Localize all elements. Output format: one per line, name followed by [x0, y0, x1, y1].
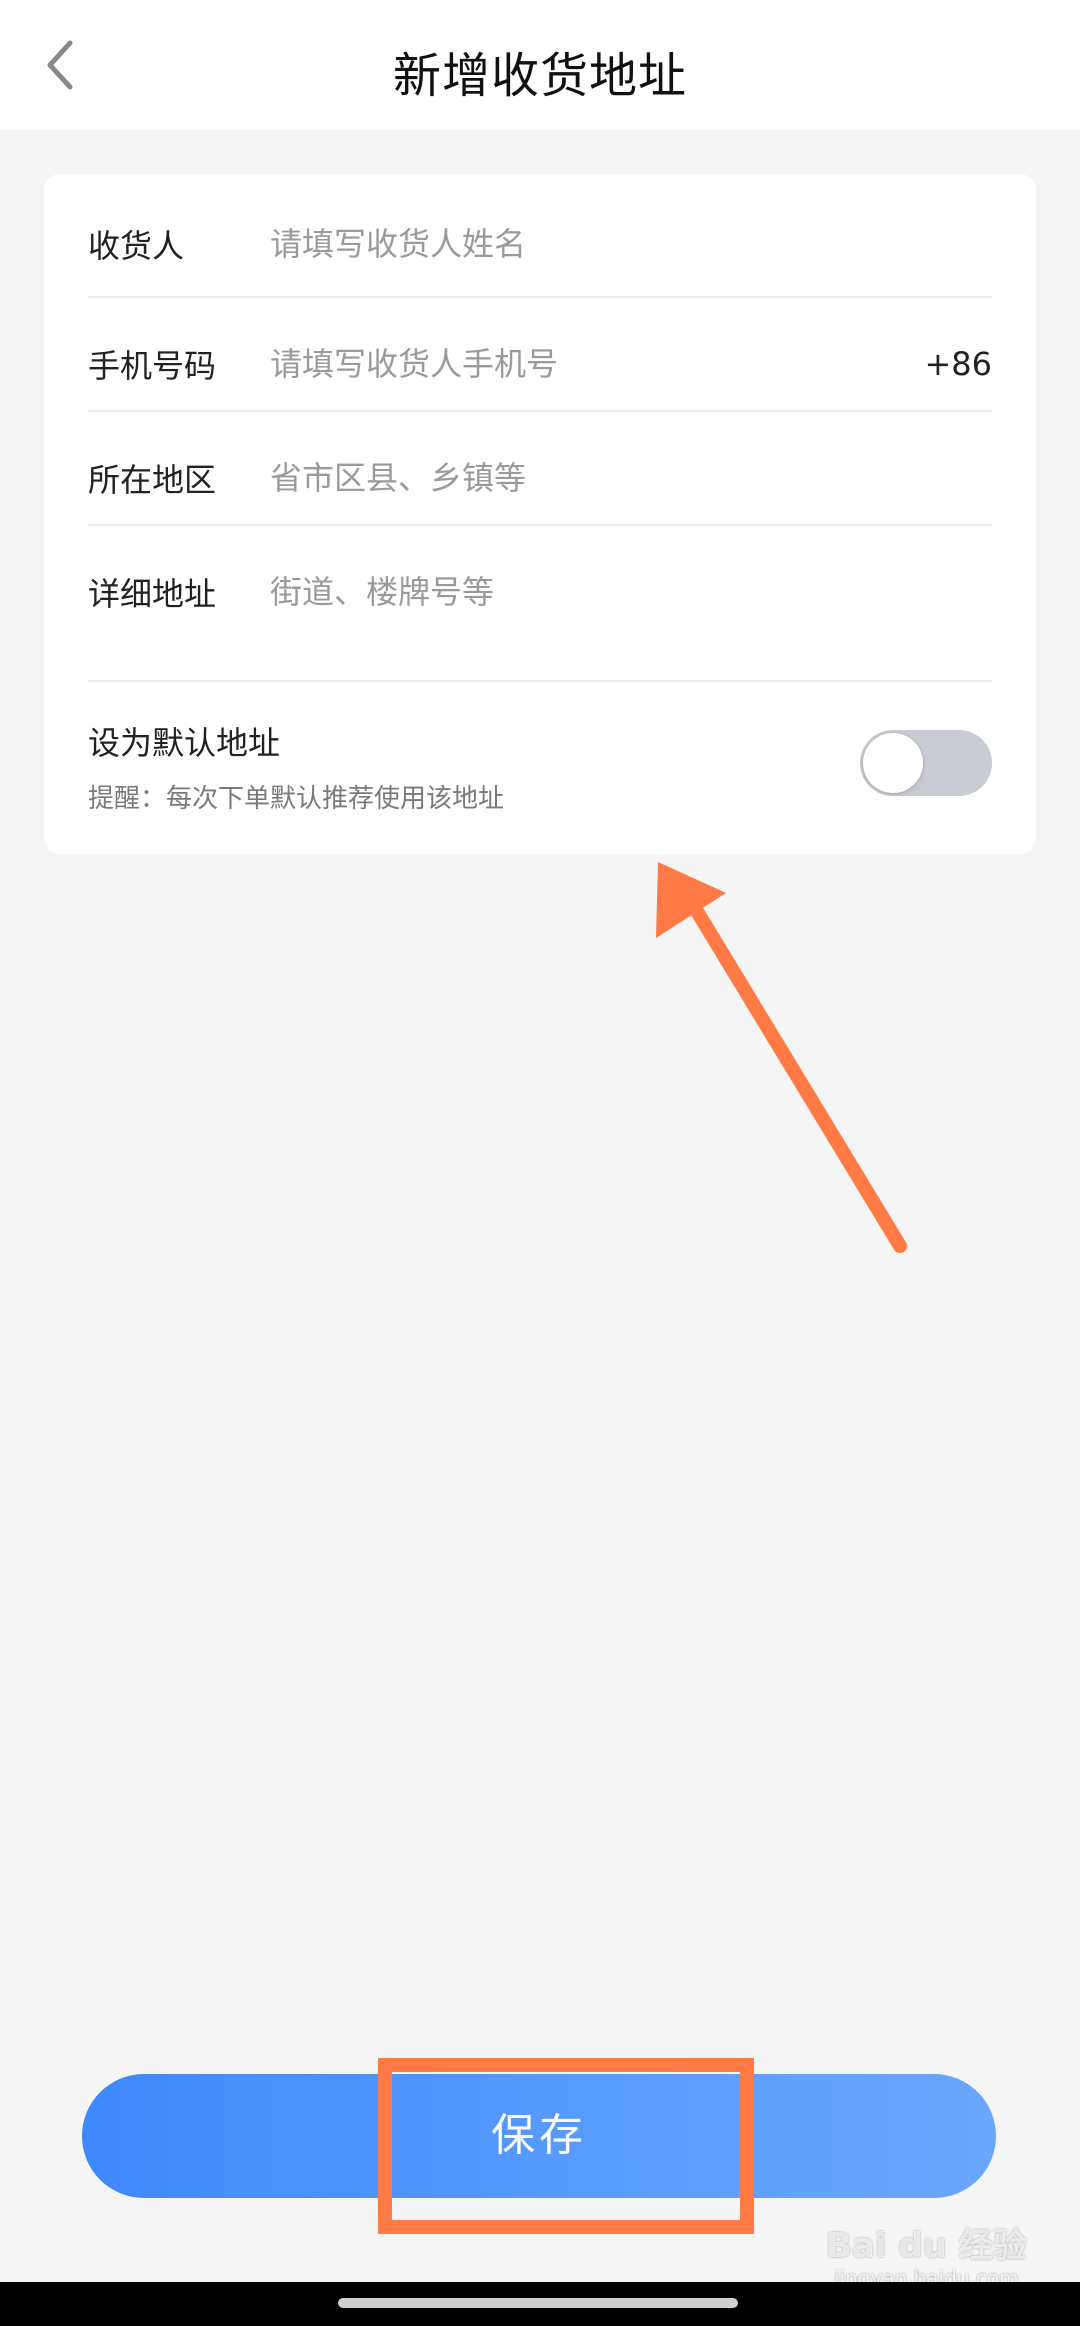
default-address-hint: 提醒：每次下单默认推荐使用该地址 — [88, 784, 505, 814]
home-indicator[interactable] — [338, 2298, 738, 2308]
system-navigation-bar — [0, 2282, 1080, 2326]
divider — [88, 410, 992, 412]
toggle-knob — [863, 733, 923, 793]
detail-address-input[interactable] — [270, 568, 992, 616]
divider — [88, 680, 992, 682]
detail-address-row: 详细地址 — [88, 568, 992, 616]
watermark-logo-text: Bai du 经验 — [826, 2226, 1027, 2266]
country-code[interactable]: +86 — [924, 345, 992, 383]
recipient-row: 收货人 — [88, 220, 992, 268]
region-input[interactable] — [270, 454, 992, 502]
region-label: 所在地区 — [88, 461, 217, 499]
recipient-input[interactable] — [270, 220, 992, 268]
detail-address-label: 详细地址 — [88, 575, 217, 613]
annotation-highlight-box — [378, 2058, 754, 2234]
region-row: 所在地区 — [88, 454, 992, 502]
divider — [88, 524, 992, 526]
address-form-card: 收货人 手机号码 +86 所在地区 详细地址 设为默认地址 提醒：每次下单默认推… — [44, 174, 1036, 854]
phone-row: 手机号码 +86 — [88, 340, 992, 388]
phone-input[interactable] — [270, 340, 925, 388]
default-address-title: 设为默认地址 — [88, 724, 281, 762]
divider — [88, 296, 992, 298]
default-address-toggle[interactable] — [860, 730, 992, 796]
header-bar: 新增收货地址 — [0, 0, 1080, 130]
phone-label: 手机号码 — [88, 347, 217, 385]
page-title: 新增收货地址 — [392, 48, 687, 104]
recipient-label: 收货人 — [88, 227, 185, 265]
